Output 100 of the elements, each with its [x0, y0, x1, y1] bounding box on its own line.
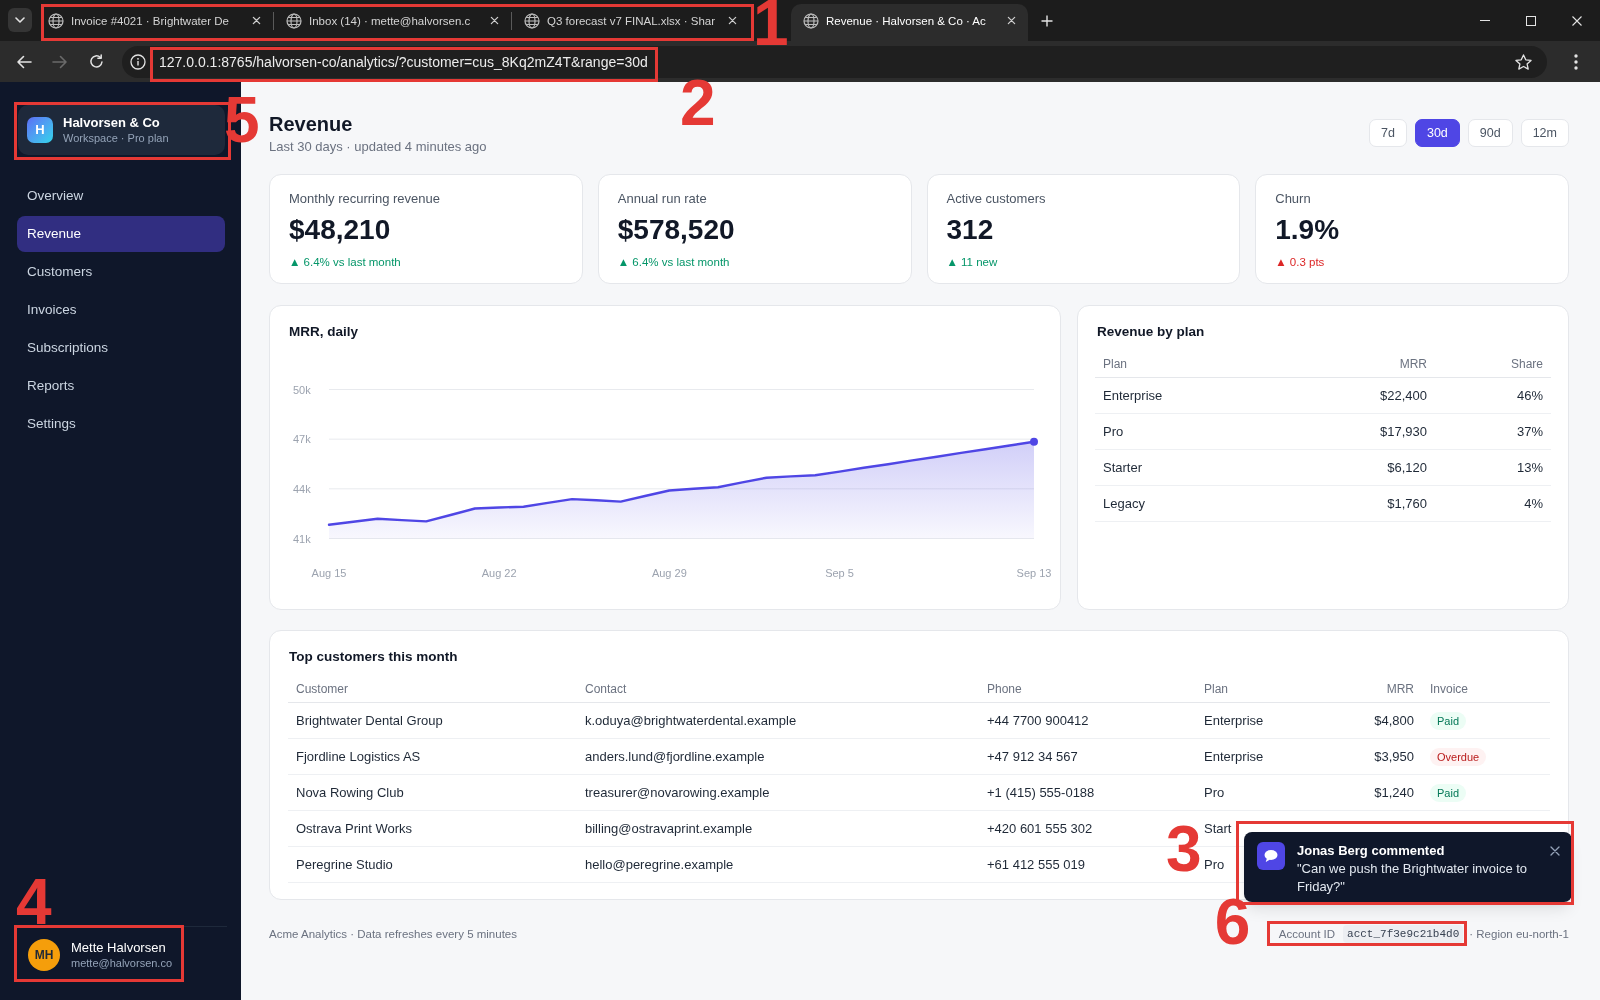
status-badge: Overdue [1430, 747, 1487, 766]
table-cell-text: Legacy [1103, 494, 1145, 513]
table-cell-text: +61 412 555 019 [987, 855, 1085, 874]
close-icon [1550, 846, 1560, 856]
user-email: mette@halvorsen.co [71, 956, 173, 971]
table-cell-text: Ostrava Print Works [296, 819, 413, 838]
range-tab[interactable]: 12m [1520, 119, 1569, 147]
annotation-number: 1 [753, 0, 789, 47]
column-header: MRR [1399, 355, 1427, 373]
data-point [1030, 437, 1038, 446]
close-icon [1006, 16, 1016, 25]
close-icon [1572, 15, 1582, 26]
table-cell-text: Pro [1204, 855, 1225, 874]
axis-label: 47k [293, 433, 311, 446]
reload-icon [88, 54, 104, 69]
nav-item[interactable]: Revenue [17, 216, 225, 252]
bookmark-button[interactable] [1513, 51, 1533, 72]
nav-item[interactable]: Reports [17, 368, 225, 404]
table-cell-text: +1 (415) 555-0188 [987, 783, 1095, 802]
table-cell-text: $4,800 [1374, 711, 1414, 730]
kpi-delta: ▲ 11 new [946, 255, 998, 270]
table-cell-text: Enterprise [1204, 747, 1264, 766]
close-icon [251, 16, 261, 25]
range-tab[interactable]: 7d [1369, 119, 1407, 147]
kpi-value: 1.9% [1275, 213, 1340, 247]
browser-tab[interactable]: Invoice #4021 · Brightwater De [36, 4, 273, 41]
footer-note: Acme Analytics · Data refreshes every 5 minutes [269, 927, 517, 942]
browser-tab[interactable]: Revenue · Halvorsen & Co · Ac [791, 4, 1028, 41]
annotation-number: 2 [680, 78, 716, 127]
status-badge: Paid [1430, 711, 1467, 730]
browser-tab[interactable]: Inbox (14) · mette@halvorsen.c [274, 4, 511, 41]
workspace-switcher[interactable]: H Halvorsen & Co Workspace · Pro plan [18, 105, 225, 155]
region-label: · Region eu-north-1 [1469, 927, 1569, 942]
close-button[interactable] [1550, 846, 1560, 856]
table-cell-text: treasurer@novarowing.example [585, 783, 770, 802]
nav-item[interactable]: Customers [17, 254, 225, 290]
toast-title: Jonas Berg commented [1297, 842, 1446, 860]
card-title: Top customers this month [289, 648, 458, 666]
column-header: Phone [987, 680, 1022, 698]
nav-item[interactable]: Settings [17, 406, 225, 442]
table-cell-text: Starter [1103, 458, 1142, 477]
table-cell-text: $17,930 [1380, 422, 1427, 441]
kpi-label: Annual run rate [617, 190, 707, 208]
browser-tab[interactable]: Q3 forecast v7 FINAL.xlsx · Shar [512, 4, 749, 41]
table-cell-text: Fjordline Logistics AS [296, 747, 421, 766]
table-cell-text: Brightwater Dental Group [296, 711, 443, 730]
table-cell-text: $1,240 [1374, 783, 1414, 802]
kpi-label: Monthly recurring revenue [289, 190, 441, 208]
arrow-left-icon [16, 54, 32, 69]
account-id-label: Account ID [1278, 927, 1336, 942]
column-header: Share [1510, 355, 1543, 373]
annotation-number: 3 [1166, 825, 1202, 873]
kpi-label: Churn [1275, 190, 1311, 208]
table-cell-text: Enterprise [1204, 711, 1264, 730]
table-cell-text: $6,120 [1387, 458, 1427, 477]
range-tab[interactable]: 30d [1414, 119, 1460, 147]
table-cell-text: Enterprise [1103, 386, 1163, 405]
nav-item[interactable]: Subscriptions [17, 330, 225, 366]
chart-title: MRR, daily [289, 323, 358, 341]
user-name: Mette Halvorsen [71, 939, 167, 956]
table-cell-text: 46% [1516, 386, 1543, 405]
range-tab[interactable]: 90d [1467, 119, 1513, 147]
kpi-delta: ▲ 6.4% vs last month [617, 255, 730, 270]
table-cell-text: $1,760 [1387, 494, 1427, 513]
user-avatar: MH [28, 939, 60, 971]
globe-icon [286, 12, 302, 29]
column-header: Customer [296, 680, 348, 698]
axis-label: Aug 29 [651, 567, 687, 579]
table-cell-text: k.oduya@brightwaterdental.example [585, 711, 797, 730]
workspace-avatar: H [27, 117, 53, 143]
column-header: Contact [585, 680, 627, 698]
page-subtitle: Last 30 days · updated 4 minutes ago [269, 138, 487, 156]
comment-icon [1257, 842, 1285, 870]
kpi-label: Active customers [946, 190, 1046, 208]
table-cell-text: +44 7700 900412 [987, 711, 1089, 730]
table-cell-text: +420 601 555 302 [987, 819, 1093, 838]
column-header: Invoice [1430, 680, 1469, 698]
table-cell-text: hello@peregrine.example [585, 855, 734, 874]
address-bar[interactable]: 127.0.0.1:8765/halvorsen-co/analytics/?customer=cus_8Kq2mZ4T&range=30d [122, 45, 1547, 78]
workspace-name: Halvorsen & Co [63, 114, 161, 131]
table-cell-text: +47 912 34 567 [987, 747, 1078, 766]
status-badge: Paid [1430, 783, 1467, 802]
column-header: MRR [1386, 680, 1414, 698]
account-id: acct_7f3e9c21b4d0 [1343, 925, 1464, 943]
plus-icon [1041, 14, 1053, 27]
column-header: Plan [1103, 355, 1128, 373]
toast-message: "Can we push the Brightwater invoice to Friday?" [1297, 860, 1529, 896]
three-dots-icon [1574, 53, 1578, 70]
table-cell-text: $3,950 [1374, 747, 1414, 766]
axis-label: Sep 5 [825, 567, 854, 579]
kpi-value: $578,520 [617, 213, 735, 247]
workspace-plan: Workspace · Pro plan [63, 131, 169, 146]
nav-item[interactable]: Invoices [17, 292, 225, 328]
tab-search-button[interactable] [8, 8, 32, 32]
maximize-icon [1526, 15, 1536, 26]
axis-label: Aug 22 [481, 567, 517, 579]
nav-item[interactable]: Overview [17, 178, 225, 214]
kpi-delta: ▲ 0.3 pts [1275, 255, 1325, 270]
kpi-value: $48,210 [289, 213, 391, 247]
table-cell-text: Peregrine Studio [296, 855, 393, 874]
